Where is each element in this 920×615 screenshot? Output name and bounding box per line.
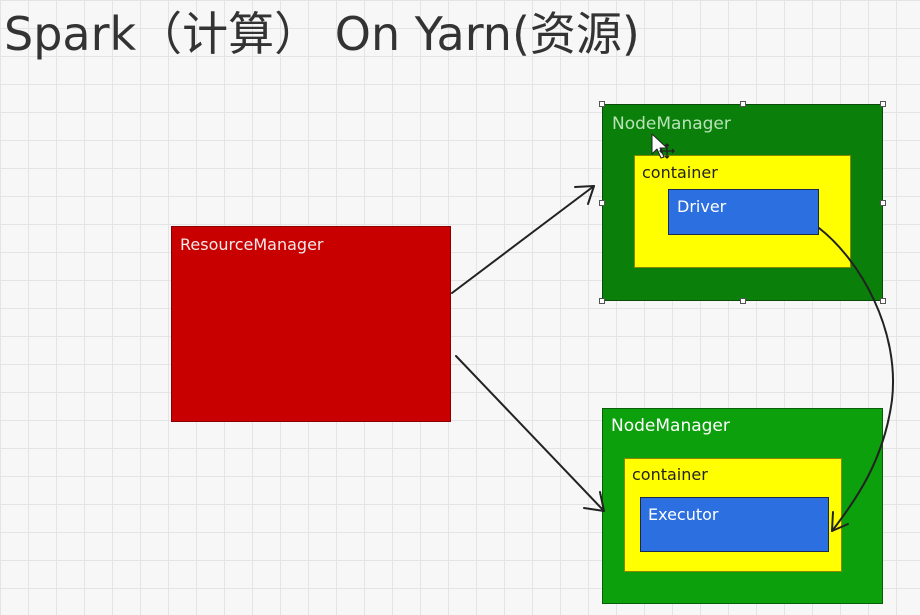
selection-handle-middle-right[interactable] xyxy=(880,200,886,206)
container-bottom-box[interactable]: container Executor xyxy=(624,458,842,572)
slide-title: Spark（计算） On Yarn(资源) xyxy=(4,7,640,61)
arrow-rm-to-bottom-node xyxy=(455,355,605,512)
driver-label: Driver xyxy=(677,197,727,216)
selection-handle-top-middle[interactable] xyxy=(740,101,746,107)
executor-box[interactable]: Executor xyxy=(640,497,829,552)
node-manager-top-label: NodeManager xyxy=(612,114,731,134)
selection-handle-top-right[interactable] xyxy=(880,101,886,107)
node-manager-bottom-box[interactable]: NodeManager container Executor xyxy=(602,408,883,604)
container-bottom-label: container xyxy=(632,465,708,484)
container-top-box[interactable]: container Driver xyxy=(634,155,851,268)
selection-handle-top-left[interactable] xyxy=(599,101,605,107)
executor-label: Executor xyxy=(648,505,719,524)
resource-manager-label: ResourceManager xyxy=(180,235,324,254)
node-manager-top-box[interactable]: NodeManager container Driver xyxy=(602,104,883,301)
selection-handle-bottom-middle[interactable] xyxy=(740,298,746,304)
arrow-rm-to-top-node xyxy=(451,185,595,294)
selection-handle-bottom-left[interactable] xyxy=(599,298,605,304)
driver-box[interactable]: Driver xyxy=(668,189,819,235)
resource-manager-box[interactable]: ResourceManager xyxy=(171,226,451,422)
selection-handle-bottom-right[interactable] xyxy=(880,298,886,304)
selection-handle-middle-left[interactable] xyxy=(599,200,605,206)
node-manager-bottom-label: NodeManager xyxy=(611,416,730,436)
container-top-label: container xyxy=(642,163,718,182)
